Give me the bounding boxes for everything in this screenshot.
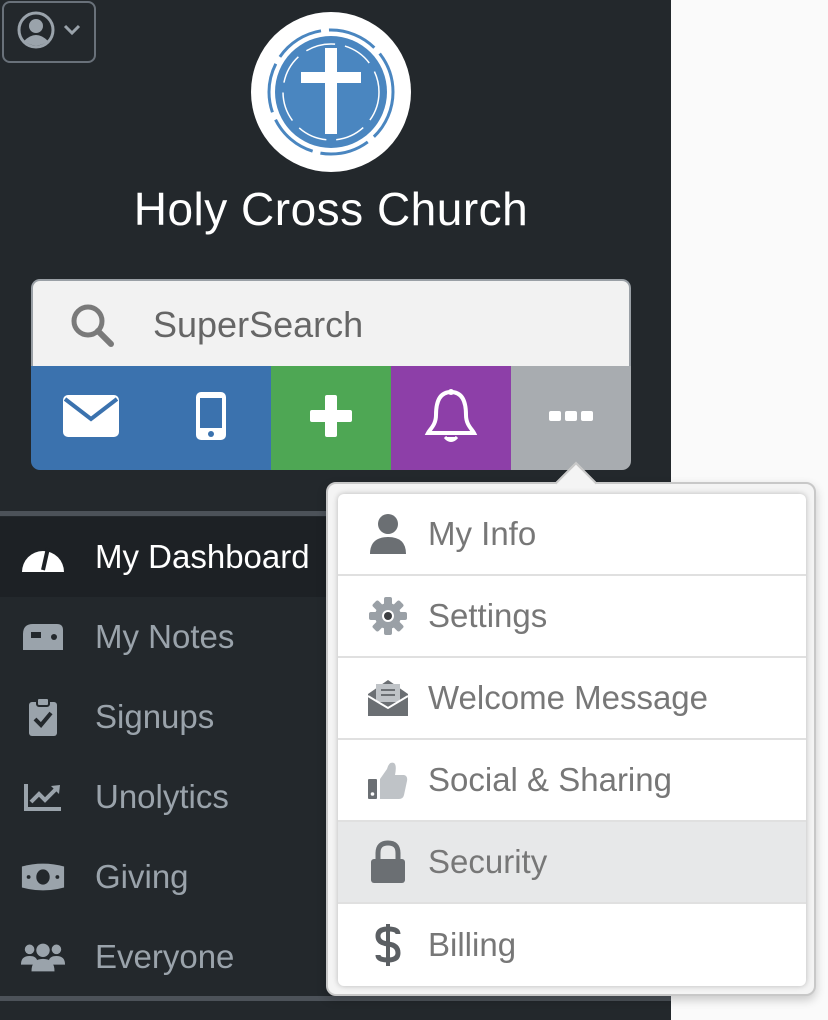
ellipsis-icon [548, 409, 594, 428]
menu-item-my-info[interactable]: My Info [338, 494, 806, 576]
nav-label: Signups [95, 698, 215, 735]
notifications-button[interactable] [391, 366, 511, 470]
more-menu-popup: My Info Settings Welcome Message Social … [326, 461, 816, 996]
search-icon [67, 300, 117, 350]
nav-label: My Dashboard [95, 538, 310, 575]
menu-item-label: Settings [428, 597, 548, 634]
church-name: Holy Cross Church [133, 183, 529, 235]
chart-line-icon [20, 774, 66, 820]
clipboard-check-icon [20, 694, 66, 740]
user-icon [366, 512, 410, 556]
envelope-open-icon [366, 676, 410, 720]
search-placeholder: SuperSearch [153, 304, 364, 345]
mobile-phone-icon [194, 390, 228, 447]
dollar-icon [366, 923, 410, 967]
bell-icon [424, 387, 478, 450]
lock-icon [366, 840, 410, 884]
menu-item-billing[interactable]: Billing [338, 904, 806, 986]
thumbs-up-icon [366, 758, 410, 802]
action-bar [31, 366, 631, 470]
money-bill-icon [20, 854, 66, 900]
plus-icon [308, 393, 354, 444]
nav-label: Everyone [95, 938, 235, 975]
add-button[interactable] [271, 366, 391, 470]
menu-item-label: Security [428, 843, 548, 880]
menu-item-label: Welcome Message [428, 679, 709, 716]
users-icon [20, 934, 66, 980]
more-button[interactable] [511, 366, 631, 470]
menu-item-label: My Info [428, 515, 537, 552]
dashboard-gauge-icon [20, 534, 66, 580]
menu-item-welcome-message[interactable]: Welcome Message [338, 658, 806, 740]
more-menu-list: My Info Settings Welcome Message Social … [338, 494, 806, 986]
user-menu-button[interactable] [2, 1, 96, 63]
nav-label: Unolytics [95, 778, 229, 815]
text-message-button[interactable] [151, 366, 271, 470]
church-logo [251, 12, 411, 172]
nav-divider-bottom [0, 996, 671, 1001]
mailbox-icon [20, 614, 66, 660]
menu-item-label: Social & Sharing [428, 761, 672, 798]
chevron-down-icon [62, 23, 82, 42]
menu-item-social-sharing[interactable]: Social & Sharing [338, 740, 806, 822]
supersearch-input[interactable]: SuperSearch [31, 279, 631, 369]
menu-item-security[interactable]: Security [338, 822, 806, 904]
user-circle-icon [16, 10, 56, 55]
nav-label: Giving [95, 858, 189, 895]
email-button[interactable] [31, 366, 151, 470]
menu-item-label: Billing [428, 926, 517, 963]
menu-item-settings[interactable]: Settings [338, 576, 806, 658]
gear-icon [366, 594, 410, 638]
nav-label: My Notes [95, 618, 235, 655]
envelope-icon [61, 393, 121, 444]
